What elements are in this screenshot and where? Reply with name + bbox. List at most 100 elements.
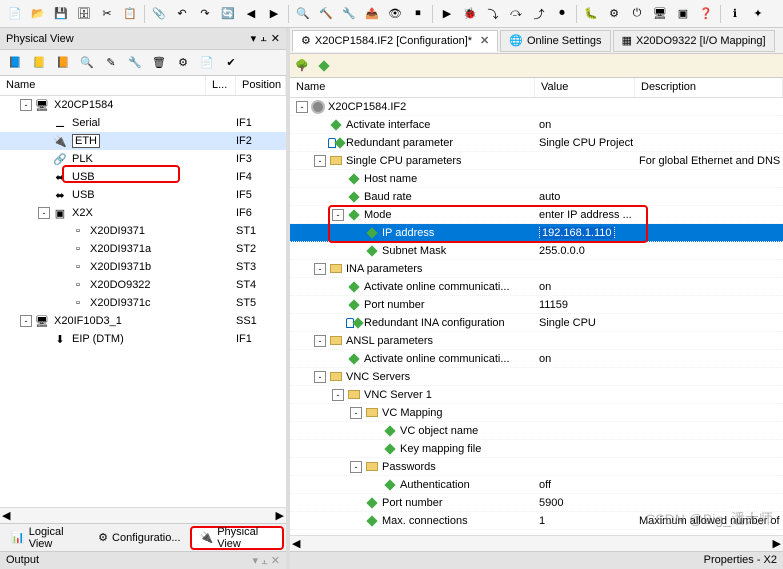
expand-icon[interactable]: - (38, 207, 50, 219)
prop-value[interactable]: auto (535, 191, 635, 203)
prop-value[interactable]: on (535, 353, 635, 365)
prop-row-ansl-parameters[interactable]: -ANSL parameters (290, 332, 783, 350)
tool-6[interactable]: 🔧 (124, 52, 146, 74)
tool-1[interactable]: 📘 (4, 52, 26, 74)
undo-button[interactable]: ↶ (171, 3, 193, 25)
info-button[interactable]: ℹ (724, 3, 746, 25)
tree-row-x20cp1584[interactable]: -🖥X20CP1584 (0, 96, 286, 114)
hardware-tree[interactable]: -🖥X20CP1584⚊SerialIF1🔌ETHIF2🔗PLKIF3⬌USBI… (0, 96, 286, 507)
prop-row-activate-online-communicati---[interactable]: Activate online communicati...on (290, 278, 783, 296)
cut-button[interactable]: ✂ (96, 3, 118, 25)
redo-button[interactable]: ↷ (194, 3, 216, 25)
tree-row-usb[interactable]: ⬌USBIF4 (0, 168, 286, 186)
prop-row-vnc-servers[interactable]: -VNC Servers (290, 368, 783, 386)
prop-row-vc-mapping[interactable]: -VC Mapping (290, 404, 783, 422)
editor-tab[interactable]: ⚙X20CP1584.IF2 [Configuration]*✕ (292, 30, 498, 52)
prop-row-host-name[interactable]: Host name (290, 170, 783, 188)
tree-row-x20if10d3-1[interactable]: -🖥X20IF10D3_1SS1 (0, 312, 286, 330)
scroll-bar-right[interactable]: ◀▶ (290, 535, 783, 551)
prop-value[interactable]: Single CPU (535, 317, 635, 329)
prop-row-port-number[interactable]: Port number11159 (290, 296, 783, 314)
header-name[interactable]: Name (290, 78, 535, 97)
expand-icon[interactable]: - (20, 315, 32, 327)
break-button[interactable]: ⏺ (551, 3, 573, 25)
prop-row-x20cp1584-if2[interactable]: -X20CP1584.IF2 (290, 98, 783, 116)
step-in-button[interactable]: ⤵ (482, 3, 504, 25)
prop-row-vnc-server-1[interactable]: -VNC Server 1 (290, 386, 783, 404)
pin-icon[interactable]: ⫠ (260, 32, 267, 45)
tab-physical-view[interactable]: 🔌Physical View (190, 526, 284, 550)
property-tree[interactable]: -X20CP1584.IF2Activate interfaceon Redun… (290, 98, 783, 535)
new-file-button[interactable]: 📄 (4, 3, 26, 25)
header-pos[interactable]: Position (236, 76, 286, 95)
tree-row-x20di9371a[interactable]: ▫X20DI9371aST2 (0, 240, 286, 258)
prop-value[interactable]: Single CPU Project (535, 137, 635, 149)
prop-value[interactable]: 1 (535, 515, 635, 527)
debug-button[interactable]: 🐞 (459, 3, 481, 25)
prop-row-activate-interface[interactable]: Activate interfaceon (290, 116, 783, 134)
tool-2[interactable]: 📒 (28, 52, 50, 74)
close-icon[interactable]: ✕ (480, 34, 489, 47)
prop-row-baud-rate[interactable]: Baud rateauto (290, 188, 783, 206)
prop-value[interactable]: 255.0.0.0 (535, 245, 635, 257)
open-button[interactable]: 📂 (27, 3, 49, 25)
tool-5[interactable]: ✎ (100, 52, 122, 74)
prop-value[interactable]: on (535, 281, 635, 293)
prop-value[interactable]: off (535, 479, 635, 491)
editor-tab[interactable]: 🌐Online Settings (500, 30, 610, 52)
expand-icon[interactable]: - (332, 389, 344, 401)
header-name[interactable]: Name (0, 76, 206, 95)
tool-7[interactable]: 🗑 (148, 52, 170, 74)
find-button[interactable]: 🔍 (292, 3, 314, 25)
ext-button[interactable]: ✦ (747, 3, 769, 25)
prop-row-ip-address[interactable]: IP address192.168.1.110 (290, 224, 783, 242)
expand-icon[interactable]: - (332, 209, 344, 221)
monitor-button[interactable]: 👁 (384, 3, 406, 25)
prop-row-vc-object-name[interactable]: VC object name (290, 422, 783, 440)
run-button[interactable]: ▶ (436, 3, 458, 25)
expand-icon[interactable]: - (314, 371, 326, 383)
prop-value[interactable]: on (535, 119, 635, 131)
paste-button[interactable]: 📎 (148, 3, 170, 25)
tab-configuratio---[interactable]: ⚙Configuratio... (89, 526, 189, 550)
prop-row-mode[interactable]: -Modeenter IP address ... (290, 206, 783, 224)
prop-row-ina-parameters[interactable]: -INA parameters (290, 260, 783, 278)
prop-row-port-number[interactable]: Port number5900 (290, 494, 783, 512)
prop-value[interactable]: 5900 (535, 497, 635, 509)
tool-3[interactable]: 📙 (52, 52, 74, 74)
expand-icon[interactable]: - (314, 263, 326, 275)
power-button[interactable]: ⏻ (626, 3, 648, 25)
diamond-icon[interactable] (316, 59, 332, 73)
prop-row-single-cpu-parameters[interactable]: -Single CPU parametersFor global Etherne… (290, 152, 783, 170)
expand-icon[interactable]: - (296, 101, 308, 113)
stop-button[interactable]: ⏹ (407, 3, 429, 25)
close-icon[interactable]: ✕ (271, 32, 280, 45)
expand-icon[interactable]: - (20, 99, 32, 111)
editor-tab[interactable]: ▦X20DO9322 [I/O Mapping] (613, 30, 775, 52)
prop-row-subnet-mask[interactable]: Subnet Mask255.0.0.0 (290, 242, 783, 260)
header-l[interactable]: L... (206, 76, 236, 95)
tree-row-eip--dtm-[interactable]: ⬇EIP (DTM)IF1 (0, 330, 286, 348)
tree-row-usb[interactable]: ⬌USBIF5 (0, 186, 286, 204)
tool-9[interactable]: 📄 (196, 52, 218, 74)
step-over-button[interactable]: ⤼ (505, 3, 527, 25)
tree-row-x2x[interactable]: -▣X2XIF6 (0, 204, 286, 222)
tree-row-x20di9371b[interactable]: ▫X20DI9371bST3 (0, 258, 286, 276)
prop-row-max--connections[interactable]: Max. connections1Maximum allowed number … (290, 512, 783, 530)
tree-row-eth[interactable]: 🔌ETHIF2 (0, 132, 286, 150)
tool-10[interactable]: ✔ (220, 52, 242, 74)
prop-value[interactable]: enter IP address ... (535, 209, 635, 221)
tool-4[interactable]: 🔍 (76, 52, 98, 74)
step-out-button[interactable]: ⤴ (528, 3, 550, 25)
tree-row-x20di9371c[interactable]: ▫X20DI9371cST5 (0, 294, 286, 312)
prop-row-activate-online-communicati---[interactable]: Activate online communicati...on (290, 350, 783, 368)
copy-button[interactable]: 📋 (119, 3, 141, 25)
tool-8[interactable]: ⚙ (172, 52, 194, 74)
prop-value[interactable]: 11159 (535, 299, 635, 311)
nav-fwd-button[interactable]: ▶ (263, 3, 285, 25)
dropdown-icon[interactable]: ▾ (251, 32, 257, 45)
tab-logical-view[interactable]: 📊Logical View (2, 526, 89, 550)
rebuild-button[interactable]: 🔧 (338, 3, 360, 25)
prop-row-passwords[interactable]: -Passwords (290, 458, 783, 476)
prop-row-authentication[interactable]: Authenticationoff (290, 476, 783, 494)
